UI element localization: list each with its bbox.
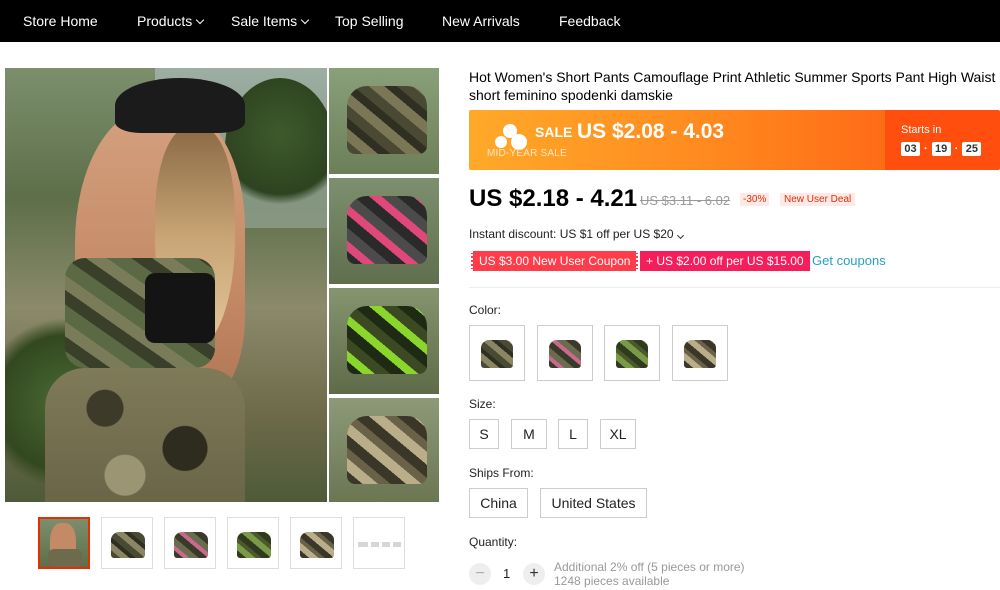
- size-label: Size:: [469, 397, 496, 411]
- quantity-value[interactable]: 1: [503, 566, 510, 581]
- plus-icon[interactable]: +: [523, 563, 545, 585]
- current-price: US $2.18 - 4.21: [469, 185, 638, 212]
- variant-photo-camo-beige: [329, 398, 439, 502]
- color-option-1[interactable]: [469, 325, 525, 381]
- thumbnail-4[interactable]: [227, 517, 279, 569]
- minus-icon[interactable]: −: [469, 563, 491, 585]
- original-price: US $3.11 - 6.02: [640, 193, 731, 208]
- ships-from-united-states[interactable]: United States: [540, 488, 647, 518]
- color-option-3[interactable]: [604, 325, 660, 381]
- countdown-timer: 03 · 19 · 25: [901, 142, 982, 156]
- color-option-4[interactable]: [672, 325, 728, 381]
- quantity-label: Quantity:: [469, 535, 518, 549]
- variant-photo-camo-green: [329, 288, 439, 394]
- timer-hours: 03: [901, 142, 920, 156]
- nav-products-label: Products: [137, 13, 193, 29]
- nav-new-arrivals[interactable]: New Arrivals: [442, 0, 520, 42]
- ships-from-china[interactable]: China: [469, 488, 528, 518]
- nav-sale-items[interactable]: Sale Items: [231, 0, 310, 42]
- color-option-2[interactable]: [537, 325, 593, 381]
- thumbnail-1[interactable]: [38, 517, 90, 569]
- nav-products[interactable]: Products: [137, 0, 205, 42]
- color-label: Color:: [469, 303, 502, 317]
- new-user-coupon[interactable]: US $3.00 New User Coupon: [471, 251, 639, 271]
- chevron-down-icon: [300, 15, 310, 24]
- sale-subtitle: MID-YEAR SALE: [487, 148, 567, 159]
- new-user-coupon-label: US $3.00 New User Coupon: [479, 254, 631, 268]
- chevron-down-icon: [196, 15, 205, 24]
- hero-photo-black-top: [145, 273, 215, 343]
- sale-countdown-panel: [885, 110, 1000, 170]
- variant-photo-camo-brown: [329, 68, 439, 174]
- hero-photo-camo-shorts: [45, 368, 245, 502]
- thumbnail-2[interactable]: [101, 517, 153, 569]
- top-navigation: Store Home Products Sale Items Top Selli…: [0, 0, 1000, 42]
- timer-separator: ·: [924, 143, 928, 155]
- ships-from-label: Ships From:: [469, 466, 534, 480]
- product-main-image[interactable]: [5, 68, 439, 502]
- sale-banner: SALE US $2.08 - 4.03 MID-YEAR SALE Start…: [469, 110, 1000, 170]
- nav-sale-items-label: Sale Items: [231, 13, 298, 29]
- sale-price: US $2.08 - 4.03: [577, 120, 725, 143]
- sale-label: SALE: [535, 124, 573, 140]
- nav-store-home-label: Store Home: [23, 13, 98, 29]
- color-variant-strip: [327, 68, 439, 502]
- size-option-m[interactable]: M: [511, 419, 547, 449]
- nav-feedback-label: Feedback: [559, 13, 621, 29]
- store-coupon-label: + US $2.00 off per US $15.00: [646, 254, 804, 268]
- instant-discount[interactable]: Instant discount: US $1 off per US $20: [469, 227, 684, 241]
- nav-store-home[interactable]: Store Home: [23, 0, 98, 42]
- quantity-note: Additional 2% off (5 pieces or more) 124…: [554, 560, 745, 588]
- size-option-s[interactable]: S: [469, 419, 499, 449]
- timer-minutes: 19: [931, 142, 951, 156]
- timer-separator: ·: [954, 143, 959, 155]
- nav-top-selling-label: Top Selling: [335, 13, 404, 29]
- product-title: Hot Women's Short Pants Camouflage Print…: [469, 69, 996, 103]
- size-option-xl[interactable]: XL: [600, 419, 636, 449]
- discount-badge: -30%: [740, 193, 770, 206]
- stock-available: 1248 pieces available: [554, 574, 670, 588]
- chevron-down-icon: [676, 231, 684, 240]
- thumbnail-3[interactable]: [164, 517, 216, 569]
- divider: [469, 287, 1000, 288]
- variant-photo-camo-pink: [329, 178, 439, 284]
- thumbnail-6[interactable]: [353, 517, 405, 569]
- nav-feedback[interactable]: Feedback: [559, 0, 620, 42]
- bulk-discount-note: Additional 2% off (5 pieces or more): [554, 560, 745, 574]
- instant-discount-text: Instant discount: US $1 off per US $20: [469, 227, 674, 241]
- size-option-l[interactable]: L: [558, 419, 588, 449]
- nav-new-arrivals-label: New Arrivals: [442, 13, 520, 29]
- new-user-deal-badge: New User Deal: [780, 193, 856, 206]
- starts-in-label: Starts in: [901, 124, 942, 136]
- nav-top-selling[interactable]: Top Selling: [335, 0, 404, 42]
- timer-seconds: 25: [962, 142, 982, 156]
- thumbnail-5[interactable]: [290, 517, 342, 569]
- store-coupon[interactable]: + US $2.00 off per US $15.00: [640, 251, 810, 271]
- hero-photo-cap: [115, 78, 245, 133]
- get-coupons-link[interactable]: Get coupons: [812, 253, 886, 268]
